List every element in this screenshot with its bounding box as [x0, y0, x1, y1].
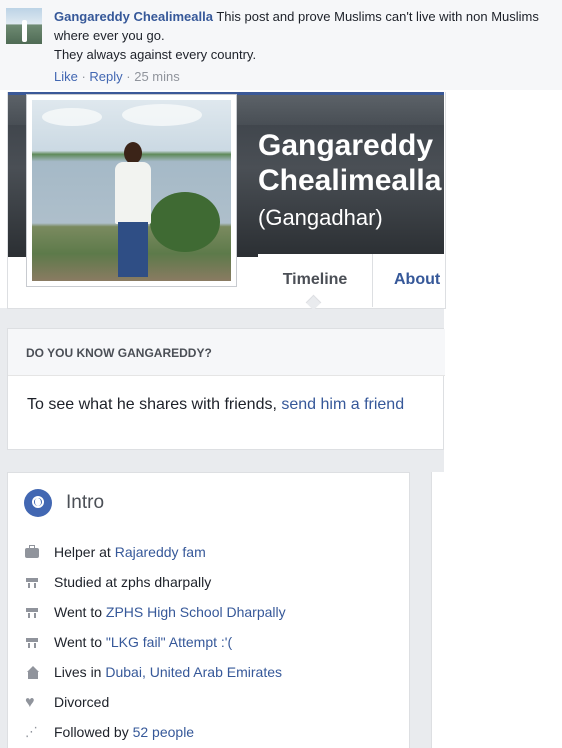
- right-column-card: [431, 472, 445, 748]
- profile-picture[interactable]: [26, 94, 237, 287]
- comment-body-line2: They always against every country.: [54, 47, 257, 62]
- comment-text: Gangareddy Chealimealla This post and pr…: [54, 7, 554, 64]
- alternate-name: (Gangadhar): [258, 205, 383, 230]
- briefcase-icon: [25, 545, 39, 558]
- intro-title: Intro: [66, 492, 105, 513]
- do-you-know-text: To see what he shares with friends, send…: [27, 396, 405, 413]
- do-you-know-box: DO YOU KNOW GANGAREDDY? To see what he s…: [7, 328, 445, 450]
- school-link[interactable]: ZPHS High School Dharpally: [106, 604, 286, 620]
- comment-actions: Like · Reply · 25 mins: [54, 69, 180, 84]
- do-you-know-heading: DO YOU KNOW GANGAREDDY?: [26, 346, 212, 360]
- graduation-cap-icon: [25, 636, 39, 650]
- like-button[interactable]: Like: [54, 69, 78, 84]
- profile-name: Gangareddy Chealimealla: [258, 129, 442, 197]
- graduation-cap-icon: [25, 576, 39, 590]
- followers-link[interactable]: 52 people: [133, 724, 195, 740]
- commenter-avatar[interactable]: [6, 8, 42, 44]
- house-icon: [25, 666, 39, 680]
- comment: Gangareddy Chealimealla This post and pr…: [0, 0, 562, 90]
- tab-timeline[interactable]: Timeline: [258, 254, 373, 307]
- heart-icon: ♥: [25, 694, 35, 711]
- reply-button[interactable]: Reply: [89, 69, 122, 84]
- tab-about[interactable]: About: [394, 254, 440, 307]
- comment-timestamp[interactable]: 25 mins: [134, 69, 180, 84]
- rss-icon: ⋰: [25, 725, 38, 740]
- attempt-link[interactable]: "LKG fail" Attempt :'(: [106, 634, 232, 650]
- graduation-cap-icon: [25, 606, 39, 620]
- intro-card: Intro Helper at Rajareddy fam Studied at…: [7, 472, 410, 748]
- work-link[interactable]: Rajareddy fam: [115, 544, 206, 560]
- commenter-name[interactable]: Gangareddy Chealimealla: [54, 9, 213, 24]
- location-link[interactable]: Dubai, United Arab Emirates: [105, 664, 282, 680]
- globe-icon: [24, 489, 52, 517]
- send-friend-request-link[interactable]: send him a friend: [281, 396, 404, 413]
- profile-tabs: Timeline About: [258, 254, 444, 307]
